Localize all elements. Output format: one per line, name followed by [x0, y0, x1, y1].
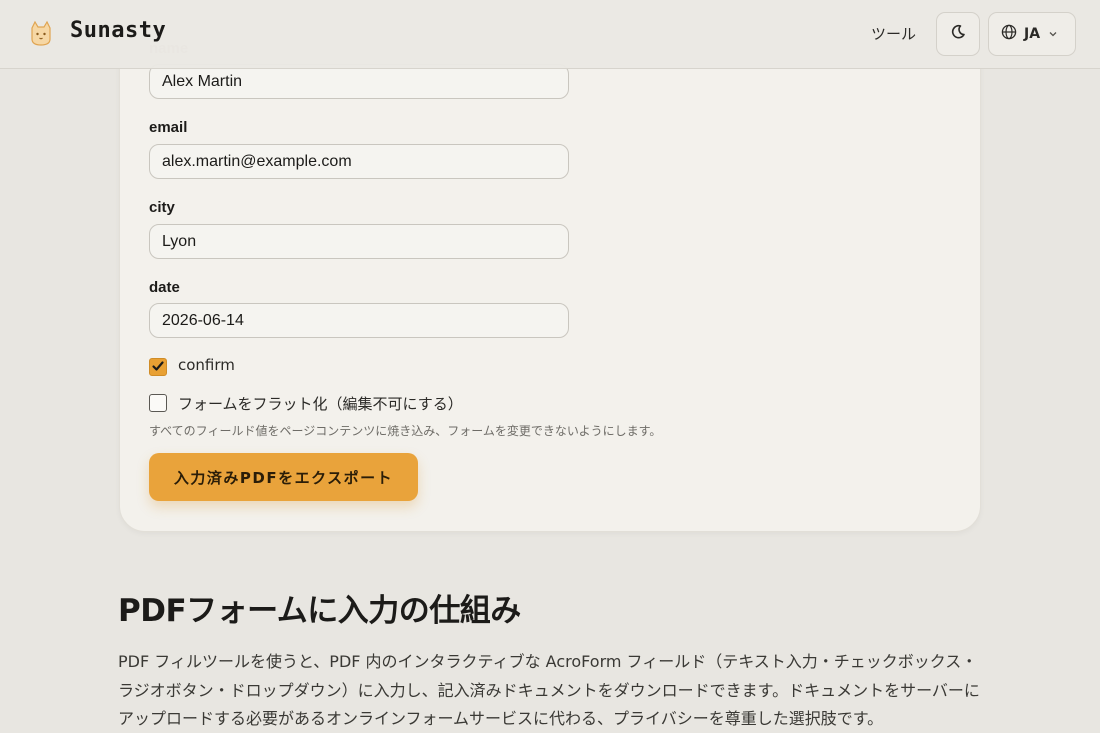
- confirm-label[interactable]: confirm: [178, 356, 235, 374]
- cat-logo-icon[interactable]: [26, 19, 56, 49]
- globe-icon: [1001, 24, 1017, 44]
- city-field[interactable]: [149, 224, 569, 259]
- section-heading: PDFフォームに入力の仕組み: [118, 593, 521, 629]
- field-label-city: city: [149, 199, 175, 216]
- brand-name[interactable]: Sunasty: [70, 18, 166, 43]
- email-field[interactable]: [149, 144, 569, 179]
- top-header: Sunasty ツール JA: [0, 0, 1100, 69]
- field-label-email: email: [149, 119, 188, 136]
- article-paragraph: PDF フィルツールを使うと、PDF 内のインタラクティブな AcroForm …: [118, 652, 980, 728]
- checkmark-icon: [151, 358, 165, 377]
- nav-tools-link[interactable]: ツール: [871, 23, 916, 44]
- theme-toggle-button[interactable]: [936, 12, 980, 56]
- date-field[interactable]: [149, 303, 569, 338]
- language-code: JA: [1024, 26, 1041, 42]
- flatten-label[interactable]: フォームをフラット化（編集不可にする）: [178, 393, 463, 414]
- field-label-date: date: [149, 279, 180, 296]
- name-field[interactable]: [149, 64, 569, 99]
- export-pdf-button[interactable]: 入力済みPDFをエクスポート: [149, 453, 418, 501]
- chevron-down-icon: [1047, 25, 1059, 44]
- flatten-checkbox[interactable]: [149, 394, 167, 412]
- flatten-hint: すべてのフィールド値をページコンテンツに焼き込み、フォームを変更できないようにし…: [149, 424, 662, 438]
- confirm-checkbox[interactable]: [149, 358, 167, 376]
- moon-icon: [950, 24, 966, 44]
- language-select-button[interactable]: JA: [988, 12, 1076, 56]
